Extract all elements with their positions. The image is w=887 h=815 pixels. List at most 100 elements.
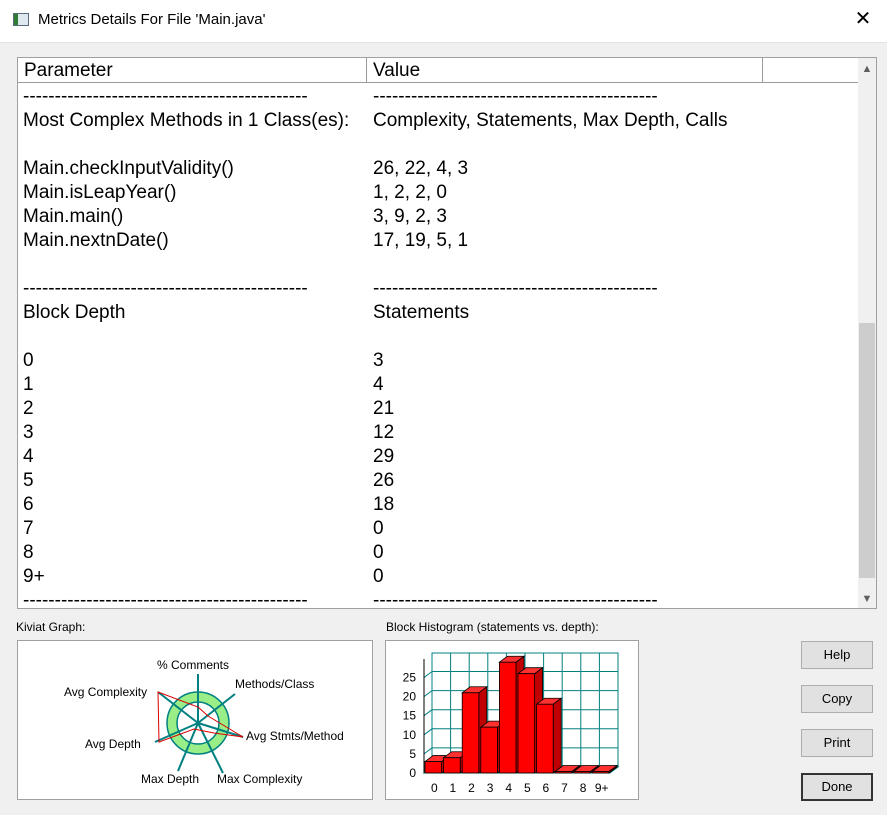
value-cell: 21 [373, 398, 395, 419]
kiviat-label: Kiviat Graph: [16, 620, 86, 634]
histogram-gridline [423, 747, 433, 755]
title-bar: Metrics Details For File 'Main.java' ✕ [0, 0, 887, 43]
kiviat-panel: % Comments Methods/Class Avg Stmts/Metho… [17, 640, 373, 800]
print-button[interactable]: Print [801, 729, 873, 757]
column-header-empty [763, 58, 860, 83]
block-histogram: 05101520250 1 2 3 4 5 6 7 8 9+ [403, 652, 620, 795]
parameter-cell: Main.main() [23, 206, 124, 227]
table-row[interactable] [18, 133, 858, 157]
histogram-y-tick-label: 10 [403, 728, 417, 742]
value-cell: 17, 19, 5, 1 [373, 230, 469, 251]
table-row[interactable]: 03 [18, 349, 858, 373]
parameter-cell: Block Depth [23, 302, 126, 323]
parameter-cell: 6 [23, 494, 34, 515]
value-cell: ----------------------------------------… [373, 86, 658, 107]
metrics-list[interactable]: Parameter Value ------------------------… [17, 57, 877, 609]
value-cell: 0 [373, 542, 384, 563]
value-cell: 0 [373, 518, 384, 539]
histogram-gridline [423, 709, 433, 717]
parameter-cell: Main.checkInputValidity() [23, 158, 234, 179]
value-cell: 0 [373, 566, 384, 587]
histogram-y-tick-label: 0 [409, 766, 416, 780]
parameter-cell: Most Complex Methods in 1 Class(es): [23, 110, 350, 131]
table-row[interactable]: Main.main() 3, 9, 2, 3 [18, 205, 858, 229]
table-row[interactable]: Main.nextnDate() 17, 19, 5, 1 [18, 229, 858, 253]
value-cell: 18 [373, 494, 395, 515]
done-button[interactable]: Done [801, 773, 873, 801]
list-header: Parameter Value [18, 58, 876, 84]
column-header-value[interactable]: Value [367, 58, 763, 83]
kiviat-axis-label: % Comments [157, 658, 229, 672]
histogram-x-tick-label: 2 [468, 781, 475, 795]
parameter-cell: ----------------------------------------… [23, 278, 308, 299]
kiviat-axis-label: Avg Complexity [64, 685, 147, 699]
histogram-x-tick-label: 6 [543, 781, 550, 795]
table-row[interactable]: Main.checkInputValidity() 26, 22, 4, 3 [18, 157, 858, 181]
value-cell: 3, 9, 2, 3 [373, 206, 447, 227]
help-button[interactable]: Help [801, 641, 873, 669]
kiviat-axis-label: Avg Stmts/Method [246, 729, 344, 743]
table-row[interactable]: 2 21 [18, 397, 858, 421]
app-icon [13, 13, 29, 26]
parameter-cell: 4 [23, 446, 34, 467]
histogram-bar [535, 697, 563, 774]
value-cell: ----------------------------------------… [373, 590, 658, 609]
vertical-scrollbar[interactable]: ▲ ▼ [858, 58, 876, 608]
table-row[interactable]: ----------------------------------------… [18, 589, 858, 609]
table-row[interactable]: ----------------------------------------… [18, 277, 858, 301]
copy-button[interactable]: Copy [801, 685, 873, 713]
histogram-gridline [423, 690, 433, 697]
table-row[interactable]: Most Complex Methods in 1 Class(es): Comp… [18, 109, 858, 133]
table-row[interactable] [18, 325, 858, 349]
histogram-x-tick-label: 9+ [595, 781, 609, 795]
parameter-cell: 2 [23, 398, 34, 419]
histogram-x-tick-label: 4 [505, 781, 512, 795]
table-row[interactable]: 6 18 [18, 493, 858, 517]
table-row[interactable]: Block Depth Statements [18, 301, 858, 325]
table-row[interactable]: 70 [18, 517, 858, 541]
table-row[interactable]: 80 [18, 541, 858, 565]
column-header-parameter[interactable]: Parameter [18, 58, 367, 83]
parameter-cell: Main.nextnDate() [23, 230, 169, 251]
histogram-x-tick-label: 8 [580, 781, 587, 795]
close-icon[interactable]: ✕ [853, 9, 873, 29]
table-row[interactable]: Main.isLeapYear() 1, 2, 2, 0 [18, 181, 858, 205]
parameter-cell: 3 [23, 422, 34, 443]
table-row[interactable]: 9+ 0 [18, 565, 858, 589]
kiviat-graph: % Comments Methods/Class Avg Stmts/Metho… [64, 658, 344, 786]
value-cell: 4 [373, 374, 384, 395]
value-cell: 26, 22, 4, 3 [373, 158, 469, 179]
value-cell: 3 [373, 350, 384, 371]
histogram-y-tick-label: 5 [409, 747, 416, 761]
histogram-y-tick-label: 20 [403, 690, 417, 704]
table-row[interactable]: 5 26 [18, 469, 858, 493]
scroll-down-icon[interactable]: ▼ [858, 590, 876, 608]
histogram-panel: 0 5 10 15 20 25 0 1 2 3 4 5 6 7 8 9+ [385, 640, 639, 800]
table-row[interactable]: ----------------------------------------… [18, 85, 858, 109]
histogram-x-tick-label: 5 [524, 781, 531, 795]
scroll-up-icon[interactable]: ▲ [858, 60, 876, 78]
value-cell: 29 [373, 446, 395, 467]
value-cell: 12 [373, 422, 395, 443]
table-row[interactable]: 14 [18, 373, 858, 397]
histogram-x-tick-label: 1 [450, 781, 457, 795]
table-row[interactable]: 4 29 [18, 445, 858, 469]
parameter-cell: 5 [23, 470, 34, 491]
table-row[interactable] [18, 253, 858, 277]
histogram-label: Block Histogram (statements vs. depth): [386, 620, 599, 634]
parameter-cell: 8 [23, 542, 34, 563]
parameter-cell: 7 [23, 518, 34, 539]
window-title: Metrics Details For File 'Main.java' [38, 11, 266, 28]
table-row[interactable]: 3 12 [18, 421, 858, 445]
scroll-thumb[interactable] [859, 323, 875, 578]
list-rows: ----------------------------------------… [18, 85, 858, 609]
parameter-cell: Main.isLeapYear() [23, 182, 177, 203]
histogram-gridline [423, 728, 433, 736]
histogram-y-tick-label: 25 [403, 671, 417, 685]
value-cell: 26 [373, 470, 395, 491]
parameter-cell: ----------------------------------------… [23, 590, 308, 609]
parameter-cell: 0 [23, 350, 34, 371]
kiviat-axis-label: Methods/Class [235, 677, 314, 691]
kiviat-axis-label: Max Depth [141, 772, 199, 786]
histogram-gridline [423, 671, 433, 678]
